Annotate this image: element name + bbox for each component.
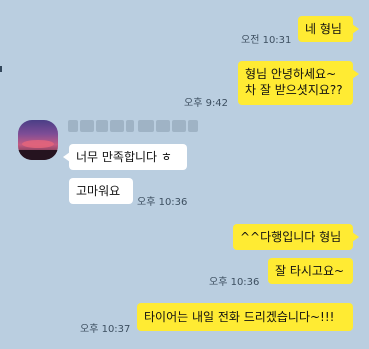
message-timestamp: 오전 10:31 <box>241 35 292 46</box>
message-text: 잘 타시고요~ <box>275 264 345 278</box>
bubble-tail <box>352 69 359 79</box>
message-timestamp: 오후 10:36 <box>209 277 260 288</box>
message-bubble-mine[interactable]: 네 형님 <box>298 16 359 42</box>
message-bubble-mine[interactable]: ^^다행입니다 형님 <box>233 224 359 250</box>
message-timestamp: 오후 10:37 <box>80 324 131 335</box>
bubble-tail <box>352 24 359 34</box>
message-text: 타이어는 내일 전화 드리겠습니다~!!! <box>144 310 335 324</box>
window-edge-marker <box>0 66 2 72</box>
message-text: ^^다행입니다 형님 <box>240 230 342 244</box>
contact-avatar[interactable] <box>18 120 58 160</box>
message-timestamp: 오후 10:36 <box>137 197 188 208</box>
message-text: 네 형님 <box>305 22 342 36</box>
message-bubble-theirs[interactable]: 너무 만족합니다 ㅎ <box>63 144 187 170</box>
message-timestamp: 오후 9:42 <box>184 98 229 109</box>
chat-area[interactable]: 오전 10:31 네 형님 오후 9:42 형님 안녕하세요~ 차 잘 받으셧지… <box>0 0 369 349</box>
message-text: 너무 만족합니다 ㅎ <box>76 150 172 164</box>
contact-name-blurred <box>68 120 198 132</box>
message-text-line: 형님 안녕하세요~ <box>245 67 337 81</box>
bubble-tail <box>352 232 359 242</box>
message-bubble-theirs[interactable]: 고마워요 <box>69 178 133 204</box>
message-bubble-mine[interactable]: 타이어는 내일 전화 드리겠습니다~!!! <box>137 303 353 331</box>
message-bubble-mine[interactable]: 형님 안녕하세요~ 차 잘 받으셧지요?? <box>238 61 359 105</box>
bubble-tail <box>63 152 70 162</box>
message-text: 고마워요 <box>76 184 121 198</box>
message-text-line: 차 잘 받으셧지요?? <box>245 83 343 97</box>
message-bubble-mine[interactable]: 잘 타시고요~ <box>268 258 353 284</box>
